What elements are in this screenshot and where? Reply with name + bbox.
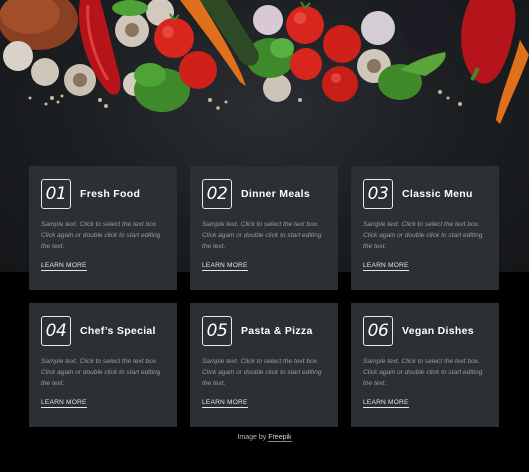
card-text[interactable]: Sample text. Click to select the text bo…	[41, 219, 165, 252]
learn-more-link[interactable]: LEARN MORE	[202, 399, 248, 408]
card-text[interactable]: Sample text. Click to select the text bo…	[202, 219, 326, 252]
learn-more-link[interactable]: LEARN MORE	[363, 399, 409, 408]
card-number-badge: 06	[363, 316, 393, 346]
card-header: 01 Fresh Food	[41, 178, 165, 210]
image-credit: Image by Freepik	[0, 434, 529, 442]
card-title: Dinner Meals	[241, 188, 310, 200]
card-number-badge: 04	[41, 316, 71, 346]
learn-more-link[interactable]: LEARN MORE	[202, 262, 248, 271]
card-text[interactable]: Sample text. Click to select the text bo…	[202, 356, 326, 389]
card-number-badge: 05	[202, 316, 232, 346]
card-title: Chef’s Special	[80, 325, 156, 337]
card-classic-menu: 03 Classic Menu Sample text. Click to se…	[351, 166, 499, 290]
card-header: 03 Classic Menu	[363, 178, 487, 210]
card-text[interactable]: Sample text. Click to select the text bo…	[363, 356, 487, 389]
card-fresh-food: 01 Fresh Food Sample text. Click to sele…	[29, 166, 177, 290]
freepik-link[interactable]: Freepik	[268, 434, 292, 442]
card-dinner-meals: 02 Dinner Meals Sample text. Click to se…	[190, 166, 338, 290]
card-pasta-pizza: 05 Pasta & Pizza Sample text. Click to s…	[190, 303, 338, 427]
card-chefs-special: 04 Chef’s Special Sample text. Click to …	[29, 303, 177, 427]
learn-more-link[interactable]: LEARN MORE	[41, 399, 87, 408]
card-title: Fresh Food	[80, 188, 141, 200]
card-header: 02 Dinner Meals	[202, 178, 326, 210]
card-title: Pasta & Pizza	[241, 325, 313, 337]
card-text[interactable]: Sample text. Click to select the text bo…	[363, 219, 487, 252]
card-vegan-dishes: 06 Vegan Dishes Sample text. Click to se…	[351, 303, 499, 427]
card-number-badge: 01	[41, 179, 71, 209]
card-header: 04 Chef’s Special	[41, 315, 165, 347]
card-text[interactable]: Sample text. Click to select the text bo…	[41, 356, 165, 389]
learn-more-link[interactable]: LEARN MORE	[41, 262, 87, 271]
card-header: 05 Pasta & Pizza	[202, 315, 326, 347]
credit-prefix: Image by	[237, 434, 267, 441]
card-header: 06 Vegan Dishes	[363, 315, 487, 347]
learn-more-link[interactable]: LEARN MORE	[363, 262, 409, 271]
card-number-badge: 03	[363, 179, 393, 209]
card-title: Vegan Dishes	[402, 325, 474, 337]
card-number-badge: 02	[202, 179, 232, 209]
card-title: Classic Menu	[402, 188, 473, 200]
